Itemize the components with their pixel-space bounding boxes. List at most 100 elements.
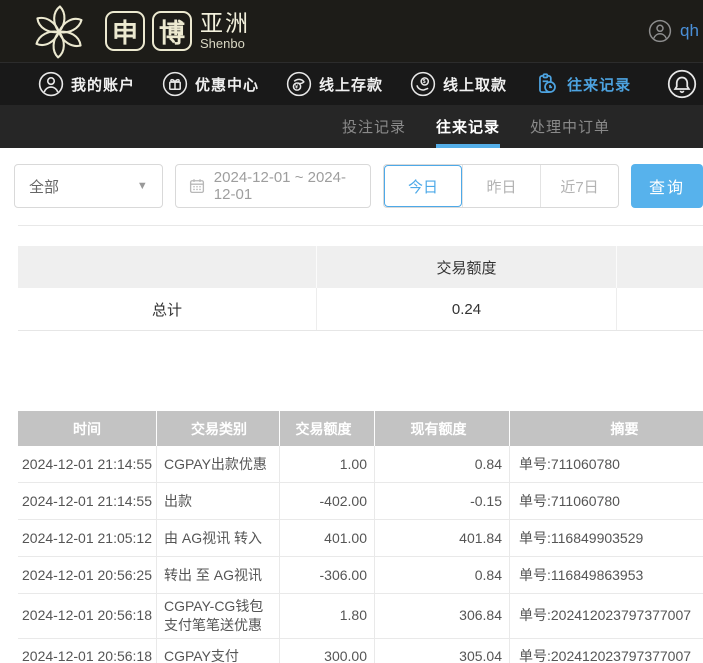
- table-cell: -306.00: [280, 557, 375, 593]
- quick-range-7days[interactable]: 近7日: [540, 165, 618, 207]
- logo-char-box: 申: [105, 11, 145, 51]
- col-header-amount: 交易额度: [280, 411, 375, 446]
- bell-icon: [667, 69, 697, 99]
- tab-transaction-records[interactable]: 往来记录: [436, 105, 500, 148]
- table-cell: 0.84: [375, 557, 510, 593]
- filter-bar: 全部 ▼ 2024-12-01 ~ 2024-12-01 今日 昨日 近7日 查…: [0, 148, 703, 208]
- table-cell: 1.80: [280, 594, 375, 638]
- table-row: 2024-12-01 20:56:25转出 至 AG视讯-306.000.84单…: [18, 557, 703, 594]
- search-button[interactable]: 查询: [631, 164, 703, 208]
- logo-region-text: 亚洲: [200, 12, 250, 35]
- summary-total-value: 0.24: [317, 288, 617, 330]
- nav-label: 往来记录: [567, 74, 631, 95]
- tab-processing-orders[interactable]: 处理中订单: [530, 105, 610, 148]
- table-cell: 单号:202412023797377007: [510, 639, 703, 663]
- table-cell: CGPAY出款优惠: [157, 446, 280, 482]
- flower-logo-icon: [26, 2, 92, 60]
- table-cell: 单号:711060780: [510, 483, 703, 519]
- table-cell: 2024-12-01 21:14:55: [18, 483, 157, 519]
- nav-label: 线上存款: [319, 74, 383, 95]
- nav-label: 优惠中心: [195, 74, 259, 95]
- spacer: [0, 331, 703, 411]
- table-cell: 401.00: [280, 520, 375, 556]
- gift-icon: [162, 71, 188, 97]
- col-header-balance: 现有额度: [375, 411, 510, 446]
- col-header-type: 交易类别: [157, 411, 280, 446]
- deposit-coin-icon: ¥: [286, 71, 312, 97]
- withdraw-coin-icon: $: [410, 71, 436, 97]
- category-select[interactable]: 全部 ▼: [14, 164, 163, 208]
- table-cell: 2024-12-01 20:56:18: [18, 594, 157, 638]
- table-cell: 300.00: [280, 639, 375, 663]
- summary-total-row: 总计 0.24: [18, 288, 703, 331]
- table-row: 2024-12-01 21:05:12由 AG视讯 转入401.00401.84…: [18, 520, 703, 557]
- tab-betting-records[interactable]: 投注记录: [342, 105, 406, 148]
- table-row: 2024-12-01 20:56:18CGPAY支付300.00305.04单号…: [18, 639, 703, 663]
- logo-brand-text: Shenbo: [200, 37, 250, 50]
- col-header-time: 时间: [18, 411, 157, 446]
- table-cell: -402.00: [280, 483, 375, 519]
- table-cell: 2024-12-01 20:56:18: [18, 639, 157, 663]
- user-circle-icon: [38, 71, 64, 97]
- nav-label: 线上取款: [443, 74, 507, 95]
- table-cell: 1.00: [280, 446, 375, 482]
- user-account-chip[interactable]: qh: [648, 0, 699, 62]
- section-divider: [18, 225, 703, 226]
- nav-item-transaction-records[interactable]: 往来记录: [534, 71, 631, 97]
- table-cell: 0.84: [375, 446, 510, 482]
- summary-total-empty: [617, 288, 703, 330]
- user-avatar-icon: [648, 19, 672, 43]
- records-clipboard-clock-icon: [534, 71, 560, 97]
- quick-range-group: 今日 昨日 近7日: [383, 164, 619, 208]
- table-cell: 2024-12-01 20:56:25: [18, 557, 157, 593]
- table-cell: 306.84: [375, 594, 510, 638]
- records-subnav: 投注记录 往来记录 处理中订单: [0, 105, 703, 148]
- table-row: 2024-12-01 21:14:55CGPAY出款优惠1.000.84单号:7…: [18, 446, 703, 483]
- summary-header-empty: [18, 246, 317, 288]
- quick-range-today[interactable]: 今日: [384, 165, 462, 207]
- table-cell: 单号:116849903529: [510, 520, 703, 556]
- summary-header-empty: [617, 246, 703, 288]
- logo-region: 亚洲 Shenbo: [200, 12, 250, 50]
- username-text: qh: [680, 21, 699, 41]
- table-cell: 401.84: [375, 520, 510, 556]
- nav-item-withdraw[interactable]: $ 线上取款: [410, 71, 507, 97]
- table-cell: 2024-12-01 21:14:55: [18, 446, 157, 482]
- table-body: 2024-12-01 21:14:55CGPAY出款优惠1.000.84单号:7…: [18, 446, 703, 663]
- main-navigation: 我的账户 优惠中心 ¥ 线上存款: [0, 62, 703, 105]
- svg-text:$: $: [423, 79, 427, 85]
- date-range-input[interactable]: 2024-12-01 ~ 2024-12-01: [175, 164, 371, 208]
- table-cell: 单号:711060780: [510, 446, 703, 482]
- table-cell: 出款: [157, 483, 280, 519]
- summary-total-label: 总计: [18, 288, 317, 330]
- svg-text:¥: ¥: [295, 84, 299, 90]
- table-cell: CGPAY支付: [157, 639, 280, 663]
- date-range-value: 2024-12-01 ~ 2024-12-01: [214, 169, 358, 203]
- table-cell: 305.04: [375, 639, 510, 663]
- category-select-value: 全部: [29, 176, 59, 197]
- quick-range-yesterday[interactable]: 昨日: [462, 165, 540, 207]
- topbar: 申 博 亚洲 Shenbo qh: [0, 0, 703, 62]
- nav-item-promotions[interactable]: 优惠中心: [162, 71, 259, 97]
- table-cell: 由 AG视讯 转入: [157, 520, 280, 556]
- nav-item-my-account[interactable]: 我的账户: [38, 71, 135, 97]
- col-header-summary: 摘要: [510, 411, 703, 446]
- logo-char-box: 博: [152, 11, 192, 51]
- summary-header-amount: 交易额度: [317, 246, 617, 288]
- table-cell: CGPAY-CG钱包支付笔笔送优惠: [157, 594, 280, 638]
- table-row: 2024-12-01 21:14:55出款-402.00-0.15单号:7110…: [18, 483, 703, 520]
- table-cell: 转出 至 AG视讯: [157, 557, 280, 593]
- table-header-row: 时间 交易类别 交易额度 现有额度 摘要: [18, 411, 703, 446]
- summary-table: 交易额度 总计 0.24: [18, 246, 703, 331]
- table-cell: -0.15: [375, 483, 510, 519]
- table-cell: 单号:202412023797377007: [510, 594, 703, 638]
- table-row: 2024-12-01 20:56:18CGPAY-CG钱包支付笔笔送优惠1.80…: [18, 594, 703, 639]
- summary-header-row: 交易额度: [18, 246, 703, 288]
- nav-item-deposit[interactable]: ¥ 线上存款: [286, 71, 383, 97]
- calendar-icon: [188, 177, 206, 195]
- table-cell: 单号:116849863953: [510, 557, 703, 593]
- chevron-down-icon: ▼: [137, 180, 148, 192]
- notifications-button[interactable]: [667, 69, 697, 99]
- records-table: 时间 交易类别 交易额度 现有额度 摘要 2024-12-01 21:14:55…: [18, 411, 703, 663]
- nav-label: 我的账户: [71, 74, 135, 95]
